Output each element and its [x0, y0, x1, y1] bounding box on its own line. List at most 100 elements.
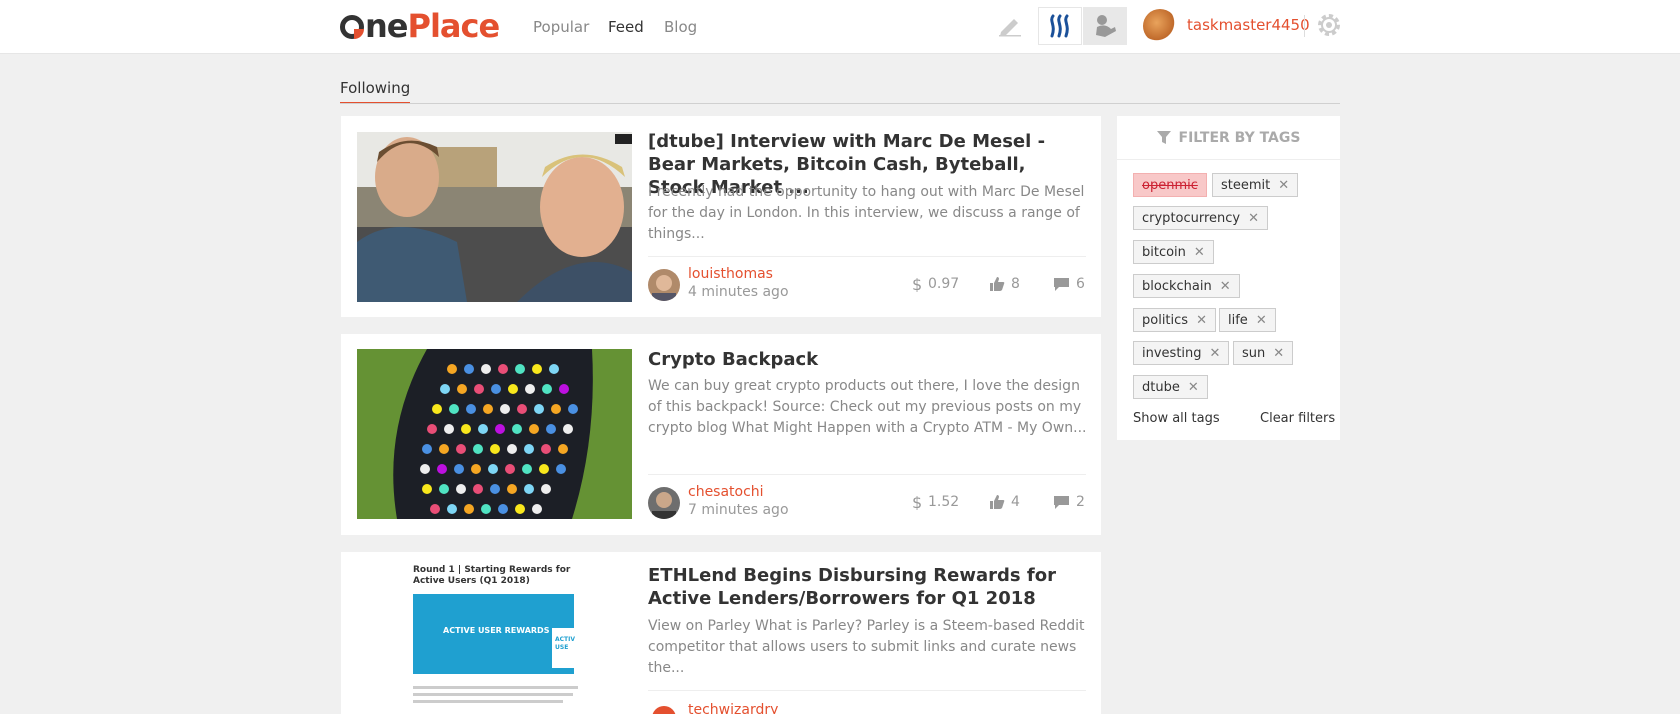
thumbs-up-icon [990, 495, 1005, 509]
nav-blog[interactable]: Blog [664, 18, 697, 36]
comment-icon [1054, 496, 1069, 509]
tag-sun[interactable]: sun ✕ [1233, 341, 1294, 365]
nav-popular[interactable]: Popular [533, 18, 589, 36]
tag-politics[interactable]: politics ✕ [1133, 308, 1216, 332]
comments-stat[interactable]: 6 [1053, 276, 1085, 292]
post-thumbnail[interactable] [357, 132, 632, 302]
svg-text:$: $ [912, 276, 922, 292]
tag-label: steemit [1221, 177, 1271, 193]
post-thumbnail[interactable] [357, 349, 632, 519]
post-title[interactable]: Crypto Backpack [648, 348, 1088, 371]
remove-tag-icon[interactable]: ✕ [1188, 380, 1199, 395]
filter-sidebar: FILTER BY TAGS openmic steemit ✕ cryptocu… [1117, 116, 1340, 440]
tag-label: life [1228, 312, 1248, 328]
username-link[interactable]: taskmaster4450 [1187, 16, 1310, 34]
remove-tag-icon[interactable]: ✕ [1210, 346, 1221, 361]
tag-label: openmic [1142, 177, 1198, 193]
post-title[interactable]: ETHLend Begins Disbursing Rewards for Ac… [648, 564, 1088, 610]
tag-label: sun [1242, 345, 1266, 361]
votes-count: 4 [1011, 494, 1020, 510]
tag-blockchain[interactable]: blockchain ✕ [1133, 274, 1240, 298]
tab-divider [340, 103, 1340, 104]
post-card[interactable]: [dtube] Interview with Marc De Mesel - B… [341, 116, 1101, 317]
tag-cryptocurrency[interactable]: cryptocurrency ✕ [1133, 206, 1269, 230]
comments-stat[interactable]: 2 [1053, 494, 1085, 510]
remove-tag-icon[interactable]: ✕ [1256, 313, 1267, 328]
votes-count: 8 [1011, 276, 1020, 292]
tag-steemit[interactable]: steemit ✕ [1212, 173, 1299, 197]
comments-count: 2 [1076, 494, 1085, 510]
tag-label: dtube [1142, 379, 1180, 395]
thumbnail-text-line [413, 693, 573, 696]
filter-header: FILTER BY TAGS [1117, 116, 1340, 160]
remove-tag-icon[interactable]: ✕ [1220, 279, 1231, 294]
post-excerpt: View on Parley What is Parley? Parley is… [648, 618, 1085, 676]
top-header: nePlace Popular Feed Blog taskmaster4450 [0, 0, 1680, 54]
filter-heading: FILTER BY TAGS [1178, 129, 1301, 146]
tag-label: bitcoin [1142, 244, 1186, 260]
post-card[interactable]: Crypto Backpack We can buy great crypto … [341, 334, 1101, 535]
tab-following[interactable]: Following [340, 79, 411, 104]
author-link[interactable]: techwizardry [688, 702, 778, 714]
tag-label: cryptocurrency [1142, 210, 1241, 226]
logo-mark-icon [340, 15, 364, 39]
steem-icon [1050, 14, 1069, 38]
clear-filters-link[interactable]: Clear filters [1260, 411, 1335, 426]
thumbnail-banner-text: ACTIVE USER REWARDS [443, 626, 550, 635]
tag-dtube[interactable]: dtube ✕ [1133, 375, 1208, 399]
post-time: 7 minutes ago [688, 502, 789, 518]
card-divider [648, 256, 1086, 257]
card-divider [648, 690, 1086, 691]
thumbnail-side-text: ACTIV USE [555, 636, 576, 651]
settings-gear-icon[interactable] [1316, 12, 1342, 38]
tag-investing[interactable]: investing ✕ [1133, 341, 1230, 365]
post-thumbnail[interactable]: Round 1 | Starting Rewards for Active Us… [357, 562, 632, 714]
write-post-button[interactable] [988, 7, 1032, 45]
svg-text:$: $ [912, 494, 922, 510]
robot-icon [1096, 15, 1116, 37]
bot-mode-button[interactable] [1083, 7, 1127, 45]
post-time: 4 minutes ago [688, 284, 789, 300]
payout-stat[interactable]: $ 1.52 [912, 494, 959, 510]
author-avatar[interactable] [648, 487, 680, 519]
remove-tag-icon[interactable]: ✕ [1248, 211, 1259, 226]
tag-openmic[interactable]: openmic [1133, 173, 1207, 197]
thumbnail-heading: Round 1 | Starting Rewards for Active Us… [413, 565, 571, 586]
header-divider [1304, 15, 1305, 37]
votes-stat[interactable]: 8 [989, 276, 1020, 292]
logo-text-one: ne [365, 7, 408, 45]
oneplace-logo[interactable]: nePlace [340, 6, 500, 46]
tag-life[interactable]: life ✕ [1219, 308, 1276, 332]
post-card[interactable]: Round 1 | Starting Rewards for Active Us… [341, 552, 1101, 714]
author-link[interactable]: louisthomas [688, 266, 773, 282]
show-all-tags-link[interactable]: Show all tags [1133, 411, 1220, 426]
user-avatar[interactable] [1143, 9, 1177, 43]
author-avatar[interactable] [648, 702, 680, 714]
thumbs-up-icon [990, 277, 1005, 291]
post-excerpt: We can buy great crypto products out the… [648, 378, 1087, 436]
comment-icon [1054, 278, 1069, 291]
tag-label: investing [1142, 345, 1202, 361]
logo-text-place: Place [407, 7, 500, 45]
remove-tag-icon[interactable]: ✕ [1273, 346, 1284, 361]
tag-label: politics [1142, 312, 1189, 328]
thumbnail-text-line [413, 700, 563, 703]
nav-feed[interactable]: Feed [608, 18, 644, 36]
votes-stat[interactable]: 4 [989, 494, 1020, 510]
thumbnail-text-line [413, 686, 578, 689]
payout-value: 1.52 [928, 494, 960, 510]
post-excerpt: I recently had the opportunity to hang o… [648, 184, 1085, 242]
steem-mode-button[interactable] [1038, 7, 1082, 45]
payout-value: 0.97 [928, 276, 960, 292]
comments-count: 6 [1076, 276, 1085, 292]
remove-tag-icon[interactable]: ✕ [1196, 313, 1207, 328]
filter-funnel-icon [1156, 130, 1171, 144]
dollar-icon: $ [912, 276, 922, 292]
dollar-icon: $ [912, 494, 922, 510]
remove-tag-icon[interactable]: ✕ [1194, 245, 1205, 260]
author-avatar[interactable] [648, 269, 680, 301]
author-link[interactable]: chesatochi [688, 484, 764, 500]
remove-tag-icon[interactable]: ✕ [1278, 178, 1289, 193]
payout-stat[interactable]: $ 0.97 [912, 276, 959, 292]
tag-bitcoin[interactable]: bitcoin ✕ [1133, 240, 1214, 264]
